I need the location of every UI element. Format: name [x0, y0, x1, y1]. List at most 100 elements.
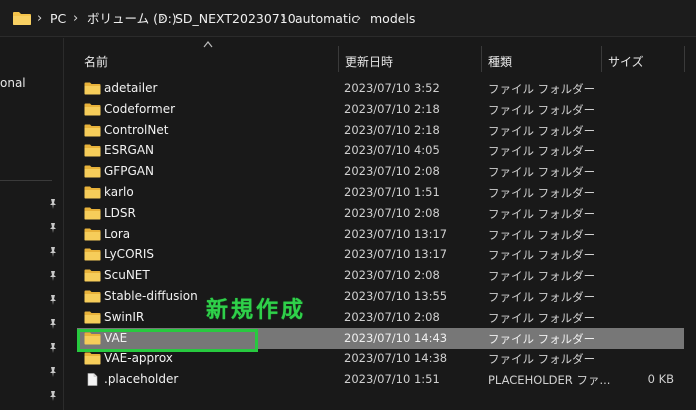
file-row[interactable]: ScuNET 2023/07/10 2:08 ファイル フォルダー	[77, 265, 684, 286]
file-row[interactable]: Stable-diffusion 2023/07/10 13:55 ファイル フォル…	[77, 286, 684, 307]
file-modified-date: 2023/07/10 13:17	[344, 226, 448, 241]
column-header-size[interactable]: サイズ	[602, 46, 684, 72]
file-modified-date: 2023/07/10 13:17	[344, 247, 448, 262]
pin-icon[interactable]	[47, 342, 59, 354]
breadcrumb-item-models[interactable]: models	[370, 10, 415, 28]
breadcrumb-separator: ›	[73, 11, 79, 26]
file-type: ファイル フォルダー	[488, 331, 596, 346]
file-type: ファイル フォルダー	[488, 186, 596, 200]
file-type: PLACEHOLDER ファ...	[488, 373, 611, 388]
breadcrumb-item-pc[interactable]: PC	[50, 10, 66, 28]
breadcrumb-separator: ›	[356, 11, 362, 26]
file-row[interactable]: Lora 2023/07/10 13:17 ファイル フォルダー	[77, 224, 684, 245]
file-type: ファイル フォルダー	[488, 206, 596, 221]
file-name: LDSR	[104, 205, 136, 220]
column-header-type-label: 種類	[488, 55, 513, 69]
file-row[interactable]: Codeformer 2023/07/10 2:18 ファイル フォルダー	[77, 99, 684, 120]
folder-icon	[84, 103, 101, 116]
folder-icon	[84, 165, 101, 178]
file-row[interactable]: .placeholder 2023/07/10 1:51 PLACEHOLDER フ…	[77, 369, 684, 390]
file-type: ファイル フォルダー	[488, 310, 596, 325]
file-row[interactable]: LyCORIS 2023/07/10 13:17 ファイル フォルダー	[77, 244, 684, 265]
file-row[interactable]: SwinIR 2023/07/10 2:08 ファイル フォルダー	[77, 307, 684, 328]
file-name: Codeformer	[104, 101, 176, 116]
file-name: LyCORIS	[104, 247, 155, 262]
breadcrumb-separator: ›	[37, 11, 43, 26]
pin-icon[interactable]	[47, 198, 59, 210]
file-modified-date: 2023/07/10 14:43	[344, 330, 448, 345]
file-name: ScuNET	[104, 268, 150, 283]
file-type: ファイル フォルダー	[488, 248, 596, 263]
column-header-name[interactable]: 名前	[77, 46, 338, 72]
pin-icon[interactable]	[47, 390, 59, 402]
file-row[interactable]: LDSR 2023/07/10 2:08 ファイル フォルダー	[77, 203, 684, 224]
file-size: 0 KB	[647, 372, 674, 387]
file-modified-date: 2023/07/10 2:18	[344, 101, 440, 116]
file-name: GFPGAN	[104, 164, 154, 179]
folder-icon	[84, 207, 101, 220]
file-type: ファイル フォルダー	[488, 165, 596, 180]
file-row[interactable]: ESRGAN 2023/07/10 4:05 ファイル フォルダー	[77, 140, 684, 161]
file-type: ファイル フォルダー	[488, 82, 596, 96]
file-modified-date: 2023/07/10 4:05	[344, 143, 440, 158]
annotation-highlight-box	[77, 329, 258, 352]
column-divider[interactable]	[684, 46, 685, 72]
column-header-date-label: 更新日時	[345, 55, 394, 69]
folder-icon	[84, 228, 101, 241]
breadcrumb-item-automatic[interactable]: automatic	[295, 10, 358, 28]
file-row[interactable]: GFPGAN 2023/07/10 2:08 ファイル フォルダー	[77, 161, 684, 182]
pin-icon[interactable]	[47, 270, 59, 282]
file-name: Stable-diffusion	[104, 289, 198, 303]
file-modified-date: 2023/07/10 2:08	[344, 205, 440, 220]
file-type: ファイル フォルダー	[488, 123, 596, 138]
pin-icon[interactable]	[47, 294, 59, 306]
breadcrumb-item-sd-next[interactable]: SD_NEXT20230710	[175, 10, 296, 28]
breadcrumb-separator: ›	[160, 11, 166, 26]
pin-icon[interactable]	[47, 318, 59, 330]
file-modified-date: 2023/07/10 1:51	[344, 185, 440, 199]
file-explorer-window: › PC › ボリューム (D:) › SD_NEXT20230710 › au…	[0, 0, 696, 410]
nav-divider	[0, 180, 52, 181]
column-header-date[interactable]: 更新日時	[339, 46, 481, 72]
pin-icon[interactable]	[47, 366, 59, 378]
file-name: adetailer	[104, 81, 158, 95]
folder-icon	[84, 311, 101, 324]
file-name: ControlNet	[104, 122, 169, 137]
file-name: VAE-approx	[104, 351, 173, 366]
file-modified-date: 2023/07/10 13:55	[344, 289, 448, 303]
pin-icon[interactable]	[47, 222, 59, 234]
annotation-label: 新規作成	[206, 298, 307, 323]
file-type: ファイル フォルダー	[488, 227, 596, 242]
column-header-name-label: 名前	[84, 55, 109, 69]
file-modified-date: 2023/07/10 14:38	[344, 351, 448, 366]
file-modified-date: 2023/07/10 2:08	[344, 309, 440, 324]
file-row[interactable]: ControlNet 2023/07/10 2:18 ファイル フォルダー	[77, 120, 684, 141]
folder-icon	[84, 290, 101, 303]
file-modified-date: 2023/07/10 3:52	[344, 81, 440, 95]
folder-icon	[13, 12, 31, 25]
folder-icon	[84, 352, 101, 365]
folder-icon	[84, 269, 101, 282]
file-name: ESRGAN	[104, 143, 155, 158]
nav-item-label[interactable]: onal	[0, 76, 26, 90]
address-bar[interactable]: › PC › ボリューム (D:) › SD_NEXT20230710 › au…	[0, 0, 696, 37]
file-modified-date: 2023/07/10 1:51	[344, 372, 440, 387]
file-type: ファイル フォルダー	[488, 352, 596, 367]
breadcrumb-separator: ›	[281, 11, 287, 26]
file-modified-date: 2023/07/10 2:18	[344, 122, 440, 137]
file-modified-date: 2023/07/10 2:08	[344, 164, 440, 179]
file-row[interactable]: adetailer 2023/07/10 3:52 ファイル フォルダー	[77, 78, 684, 99]
pin-icon[interactable]	[47, 246, 59, 258]
folder-icon	[84, 186, 101, 199]
file-type: ファイル フォルダー	[488, 102, 596, 117]
column-header-type[interactable]: 種類	[482, 46, 601, 72]
file-modified-date: 2023/07/10 2:08	[344, 268, 440, 283]
navigation-pane[interactable]: onal	[0, 38, 64, 410]
folder-icon	[84, 82, 101, 95]
file-type: ファイル フォルダー	[488, 290, 596, 304]
file-name: Lora	[104, 226, 131, 241]
folder-icon	[84, 248, 101, 261]
folder-icon	[84, 144, 101, 157]
file-row[interactable]: karlo 2023/07/10 1:51 ファイル フォルダー	[77, 182, 684, 203]
file-type: ファイル フォルダー	[488, 269, 596, 284]
